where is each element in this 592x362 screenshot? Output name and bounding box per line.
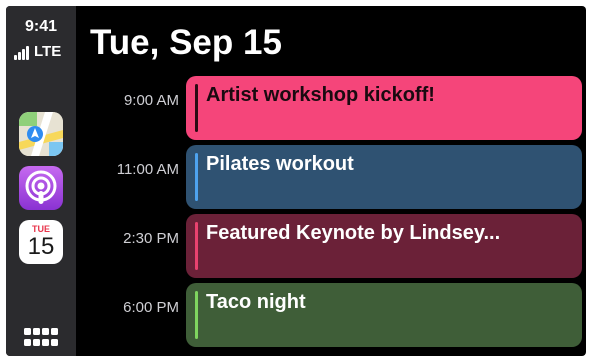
signal-strength-icon (14, 42, 29, 60)
event-card[interactable]: Pilates workout (186, 145, 582, 209)
event-time: 11:00 AM (116, 161, 179, 178)
event-accent-bar (195, 291, 198, 339)
event-row-1: 9:00 AM Artist workshop kickoff! (76, 76, 586, 140)
event-row-3: 2:30 PM Featured Keynote by Lindsey... (76, 214, 586, 278)
event-title: Taco night (206, 291, 306, 313)
event-accent-bar (195, 153, 198, 201)
event-title: Featured Keynote by Lindsey... (206, 222, 501, 244)
event-accent-bar (195, 84, 198, 132)
event-row-4: 6:00 PM Taco night (76, 283, 586, 347)
event-accent-bar (195, 222, 198, 270)
event-time: 9:00 AM (123, 92, 179, 109)
event-title: Pilates workout (206, 153, 354, 175)
event-row-2: 11:00 AM Pilates workout (76, 145, 586, 209)
event-time: 6:00 PM (123, 299, 179, 316)
event-time: 2:30 PM (123, 230, 179, 247)
network-type: LTE (34, 43, 62, 60)
maps-icon[interactable] (19, 112, 63, 156)
event-card[interactable]: Featured Keynote by Lindsey... (186, 214, 582, 278)
page-title: Tue, Sep 15 (90, 23, 282, 62)
sidebar: 9:41 LTE TUE 15 (6, 6, 76, 356)
calendar-icon[interactable]: TUE 15 (19, 220, 63, 264)
event-title: Artist workshop kickoff! (206, 84, 435, 106)
app-grid-icon[interactable] (24, 328, 58, 348)
status-time: 9:41 (24, 18, 58, 35)
calendar-icon-day: 15 (27, 233, 55, 260)
carplay-screen: 9:41 LTE TUE 15 Tue, Sep 15 9:00 AM Arti… (6, 6, 586, 356)
podcasts-icon[interactable] (19, 166, 63, 210)
event-card[interactable]: Artist workshop kickoff! (186, 76, 582, 140)
event-card[interactable]: Taco night (186, 283, 582, 347)
